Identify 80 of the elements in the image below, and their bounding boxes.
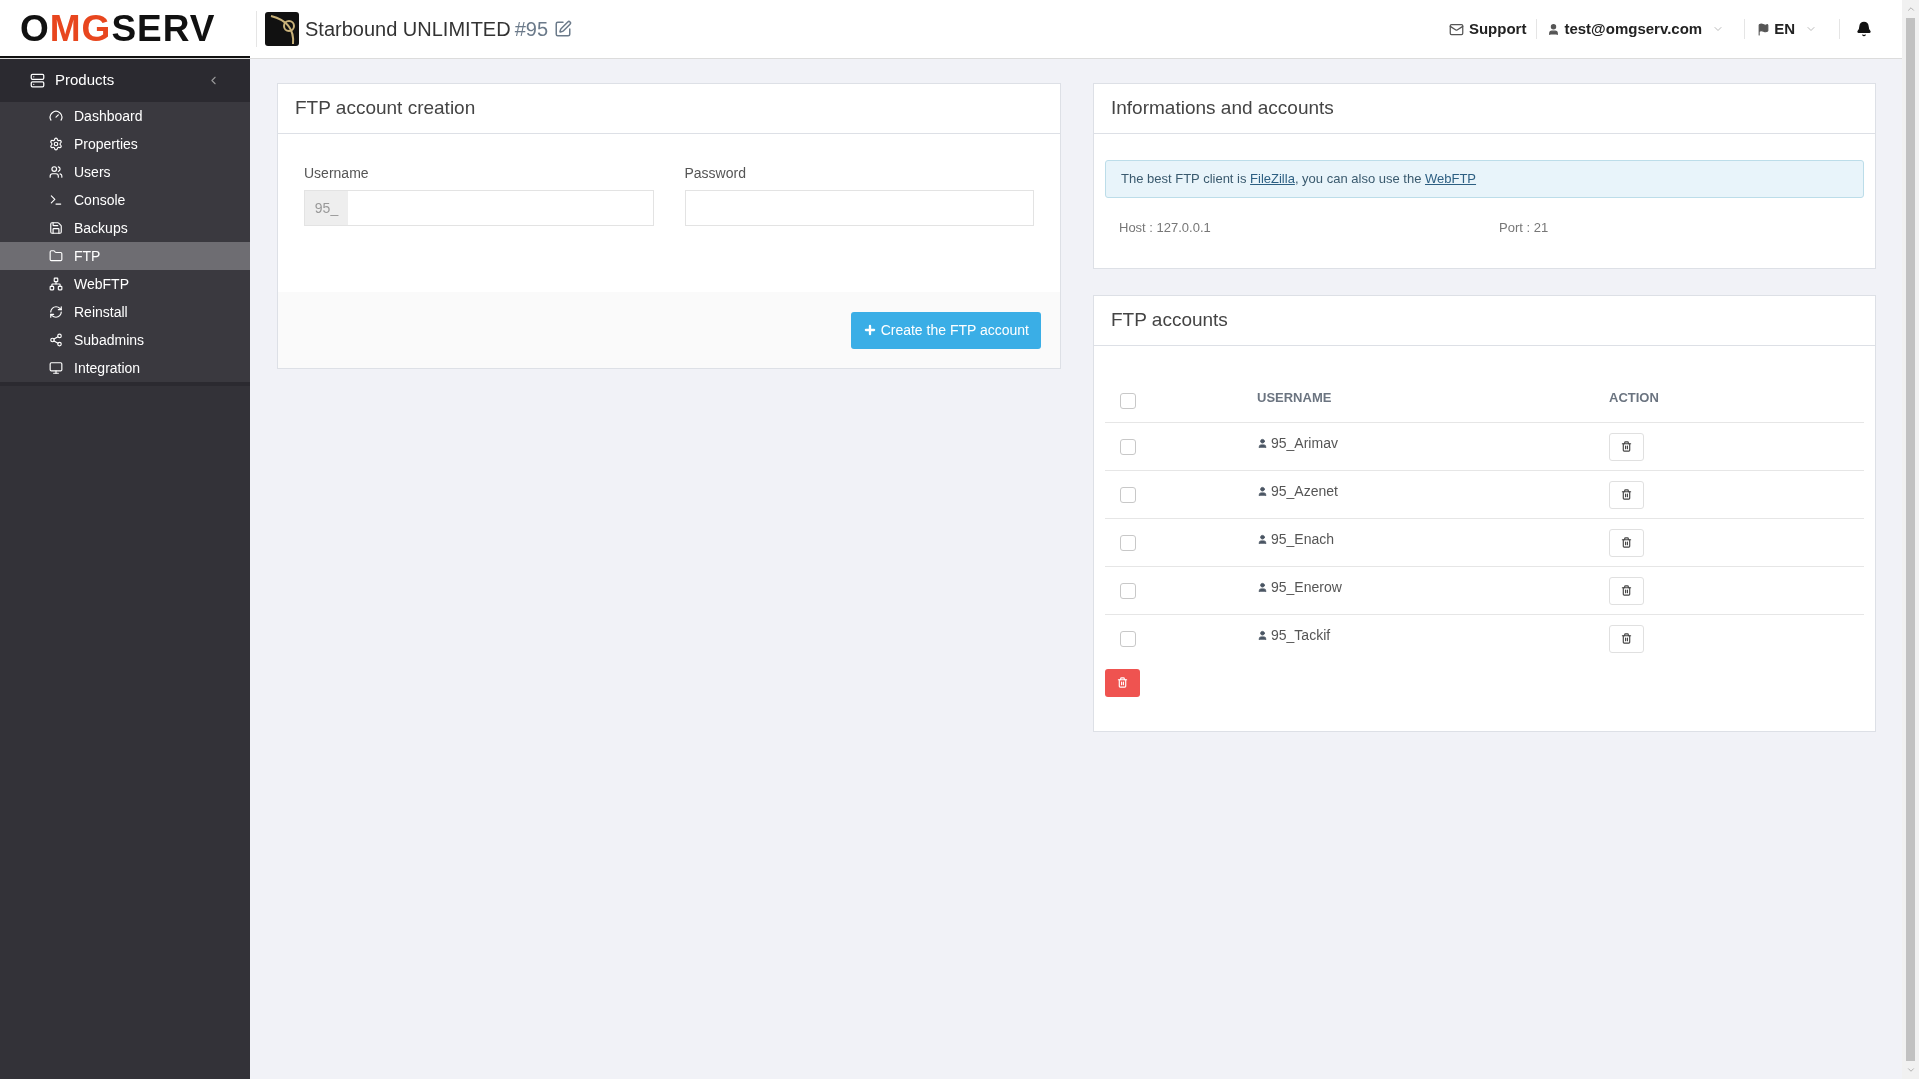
account-menu[interactable]: test@omgserv.com bbox=[1537, 17, 1735, 41]
users-icon bbox=[49, 165, 63, 179]
host-text: Host : 127.0.0.1 bbox=[1119, 219, 1212, 237]
trash-icon bbox=[1117, 677, 1128, 688]
share-icon bbox=[49, 333, 63, 347]
scroll-down-icon[interactable] bbox=[1905, 1065, 1916, 1075]
trash-icon bbox=[1621, 585, 1632, 596]
username-cell-text: 95_Arimav bbox=[1271, 433, 1338, 453]
language-menu[interactable]: EN bbox=[1745, 17, 1829, 41]
sidebar-item[interactable]: Backups bbox=[0, 214, 250, 242]
trash-icon bbox=[1621, 489, 1632, 500]
checkbox[interactable] bbox=[1120, 438, 1136, 455]
game-icon bbox=[265, 12, 299, 46]
delete-button[interactable] bbox=[1609, 624, 1644, 653]
scrollbar[interactable] bbox=[1902, 0, 1919, 1079]
password-field[interactable] bbox=[684, 190, 1034, 226]
username-cell-text: 95_Tackif bbox=[1271, 625, 1331, 645]
sidebar-item[interactable]: Dashboard bbox=[0, 102, 250, 130]
checkbox[interactable] bbox=[1120, 534, 1136, 551]
username-cell-text: 95_Enach bbox=[1271, 529, 1335, 549]
link[interactable]: FileZilla bbox=[1250, 171, 1295, 187]
panel-title: FTP account creation bbox=[295, 96, 476, 121]
field-label: Password bbox=[684, 164, 747, 183]
port-text: Port : 21 bbox=[1499, 219, 1549, 237]
sidebar-header[interactable]: Products bbox=[0, 59, 250, 102]
username-cell-text: 95_Enerow bbox=[1271, 577, 1342, 597]
field-label: Username bbox=[304, 164, 370, 183]
sitemap-icon bbox=[49, 277, 63, 291]
username-cell-text: 95_Azenet bbox=[1271, 481, 1338, 501]
trash-icon bbox=[1621, 537, 1632, 548]
server-name: Starbound UNLIMITED bbox=[305, 17, 511, 42]
bell-icon bbox=[1856, 21, 1872, 37]
monitor-icon bbox=[49, 361, 63, 375]
checkbox[interactable] bbox=[1120, 392, 1136, 409]
checkbox[interactable] bbox=[1120, 582, 1136, 599]
bulk-delete-button[interactable] bbox=[1105, 668, 1140, 697]
edit-icon[interactable] bbox=[554, 20, 572, 38]
mail-icon bbox=[1448, 21, 1464, 37]
sidebar-item[interactable]: Integration bbox=[0, 354, 250, 382]
sidebar-item[interactable]: Console bbox=[0, 186, 250, 214]
delete-button[interactable] bbox=[1609, 576, 1644, 605]
column-header: ACTION bbox=[1609, 388, 1659, 407]
trash-icon bbox=[1621, 441, 1632, 452]
sidebar-item[interactable]: Reinstall bbox=[0, 298, 250, 326]
sidebar-item[interactable]: WebFTP bbox=[0, 270, 250, 298]
delete-button[interactable] bbox=[1609, 432, 1644, 461]
trash-icon bbox=[1621, 633, 1632, 644]
scroll-up-icon[interactable] bbox=[1905, 4, 1916, 14]
gear-icon bbox=[49, 137, 63, 151]
server-icon bbox=[30, 73, 45, 88]
person-icon bbox=[1257, 436, 1268, 450]
gauge-icon bbox=[49, 109, 63, 123]
support-link[interactable]: Support bbox=[1438, 17, 1537, 41]
person-icon bbox=[1257, 532, 1268, 546]
sidebar-item[interactable]: Properties bbox=[0, 130, 250, 158]
checkbox[interactable] bbox=[1120, 486, 1136, 503]
info-text: The best FTP client is FileZilla, you can also use the WebFTP bbox=[1121, 170, 1477, 189]
logo[interactable]: OMGSERV bbox=[20, 9, 216, 47]
scrollbar-thumb[interactable] bbox=[1906, 18, 1915, 1061]
column-header: USERNAME bbox=[1257, 388, 1333, 407]
user-icon bbox=[1547, 22, 1561, 36]
refresh-icon bbox=[49, 305, 63, 319]
sidebar-item[interactable]: Subadmins bbox=[0, 326, 250, 354]
folder-icon bbox=[49, 249, 63, 263]
sidebar-item[interactable]: Users bbox=[0, 158, 250, 186]
sidebar-item[interactable]: FTP bbox=[0, 242, 250, 270]
sidebar-title: Products bbox=[55, 70, 115, 91]
link[interactable]: WebFTP bbox=[1425, 171, 1477, 187]
person-icon bbox=[1257, 628, 1268, 642]
checkbox[interactable] bbox=[1120, 630, 1136, 647]
panel-title: Informations and accounts bbox=[1111, 96, 1334, 121]
server-number: #95 bbox=[514, 17, 548, 42]
person-icon bbox=[1257, 484, 1268, 498]
plus-icon bbox=[862, 323, 877, 337]
panel-title: FTP accounts bbox=[1111, 307, 1228, 332]
delete-button[interactable] bbox=[1609, 480, 1644, 509]
flag-icon bbox=[1757, 22, 1771, 36]
terminal-icon bbox=[49, 193, 63, 207]
delete-button[interactable] bbox=[1609, 528, 1644, 557]
person-icon bbox=[1257, 580, 1268, 594]
